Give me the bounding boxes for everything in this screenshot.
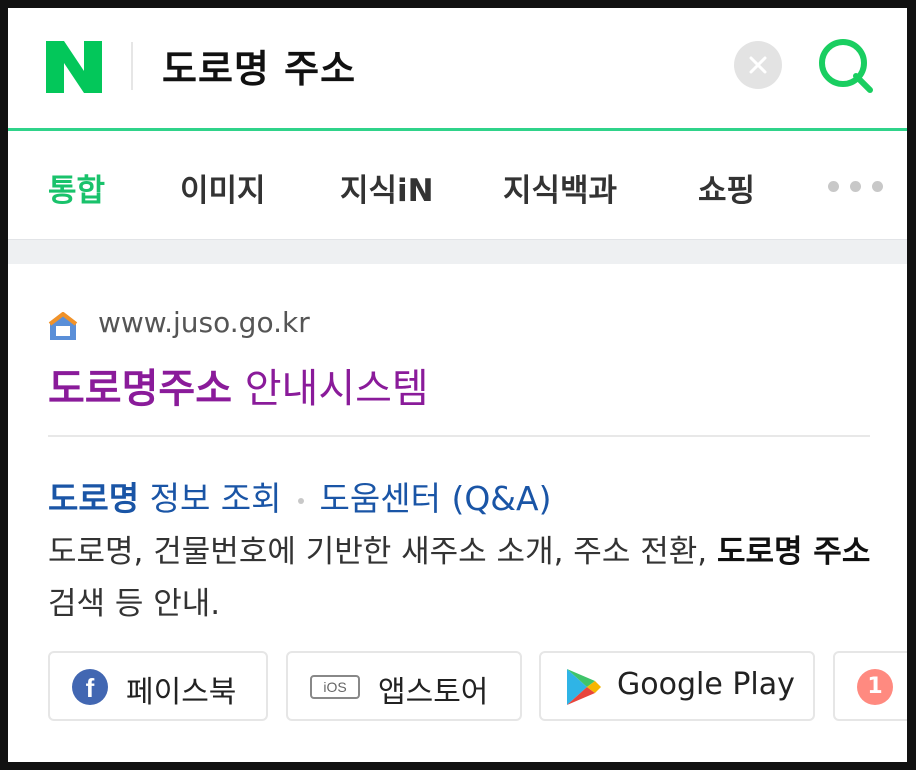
extra-chip[interactable]: 1: [833, 651, 907, 721]
more-dots-icon: [872, 181, 883, 192]
description-text: 도로명, 건물번호에 기반한 새주소 소개, 주소 전환,: [48, 534, 717, 570]
chip-label: 페이스북: [126, 675, 237, 710]
sublink-help-center[interactable]: 도움센터 (Q&A): [320, 479, 552, 518]
result-description: 도로명, 건물번호에 기반한 새주소 소개, 주소 전환, 도로명 주소 검색 …: [48, 526, 878, 630]
search-tabs: 통합 이미지 지식iN 지식백과 쇼핑: [8, 131, 907, 239]
close-icon: [749, 56, 767, 74]
title-rest: 안내시스템: [232, 366, 429, 412]
result-title-link[interactable]: 도로명주소 안내시스템: [48, 356, 429, 414]
chip-label: Google Play: [617, 667, 795, 702]
tab-encyclopedia[interactable]: 지식백과: [503, 165, 617, 210]
search-query-input[interactable]: 도로명 주소: [162, 38, 356, 93]
result-divider: [48, 435, 870, 437]
app-store-chip[interactable]: iOS 앱스토어: [286, 651, 522, 721]
search-header: 도로명 주소: [8, 8, 907, 128]
header-divider: [131, 42, 133, 90]
chip-label: 앱스토어: [378, 675, 489, 710]
search-icon[interactable]: [816, 36, 876, 96]
browser-viewport: 도로명 주소 통합 이미지 지식iN 지식백과 쇼핑 www.juso.go.k…: [8, 8, 907, 762]
separator-dot: [297, 497, 304, 504]
clear-search-button[interactable]: [734, 41, 782, 89]
more-tabs-button[interactable]: [828, 181, 888, 195]
tab-knowledge-in[interactable]: 지식iN: [340, 165, 434, 210]
site-url[interactable]: www.juso.go.kr: [98, 306, 310, 339]
google-play-icon: [567, 669, 601, 705]
sublink-road-info-label: 정보 조회: [139, 479, 282, 518]
search-result-card: www.juso.go.kr 도로명주소 안내시스템 도로명 정보 조회 도움센터…: [8, 264, 907, 762]
description-text-end: 검색 등 안내.: [48, 586, 221, 622]
more-dots-icon: [828, 181, 839, 192]
description-highlight: 도로명 주소: [716, 534, 871, 570]
facebook-icon: f: [72, 669, 108, 705]
section-gap: [8, 239, 907, 264]
tab-images[interactable]: 이미지: [180, 165, 266, 210]
tab-integrated[interactable]: 통합: [48, 165, 105, 210]
tab-shopping[interactable]: 쇼핑: [698, 165, 755, 210]
facebook-chip[interactable]: f 페이스북: [48, 651, 268, 721]
sublink-road-info[interactable]: 도로명 정보 조회: [48, 479, 282, 518]
title-highlight: 도로명주소: [48, 366, 232, 412]
sublinks: 도로명 정보 조회 도움센터 (Q&A): [48, 472, 551, 520]
google-play-chip[interactable]: Google Play: [539, 651, 815, 721]
site-favicon-icon: [48, 312, 78, 340]
more-dots-icon: [850, 181, 861, 192]
ios-icon: iOS: [310, 675, 360, 699]
badge-icon: 1: [857, 669, 893, 705]
sublink-highlight: 도로명: [48, 479, 140, 518]
naver-logo[interactable]: [46, 41, 102, 93]
